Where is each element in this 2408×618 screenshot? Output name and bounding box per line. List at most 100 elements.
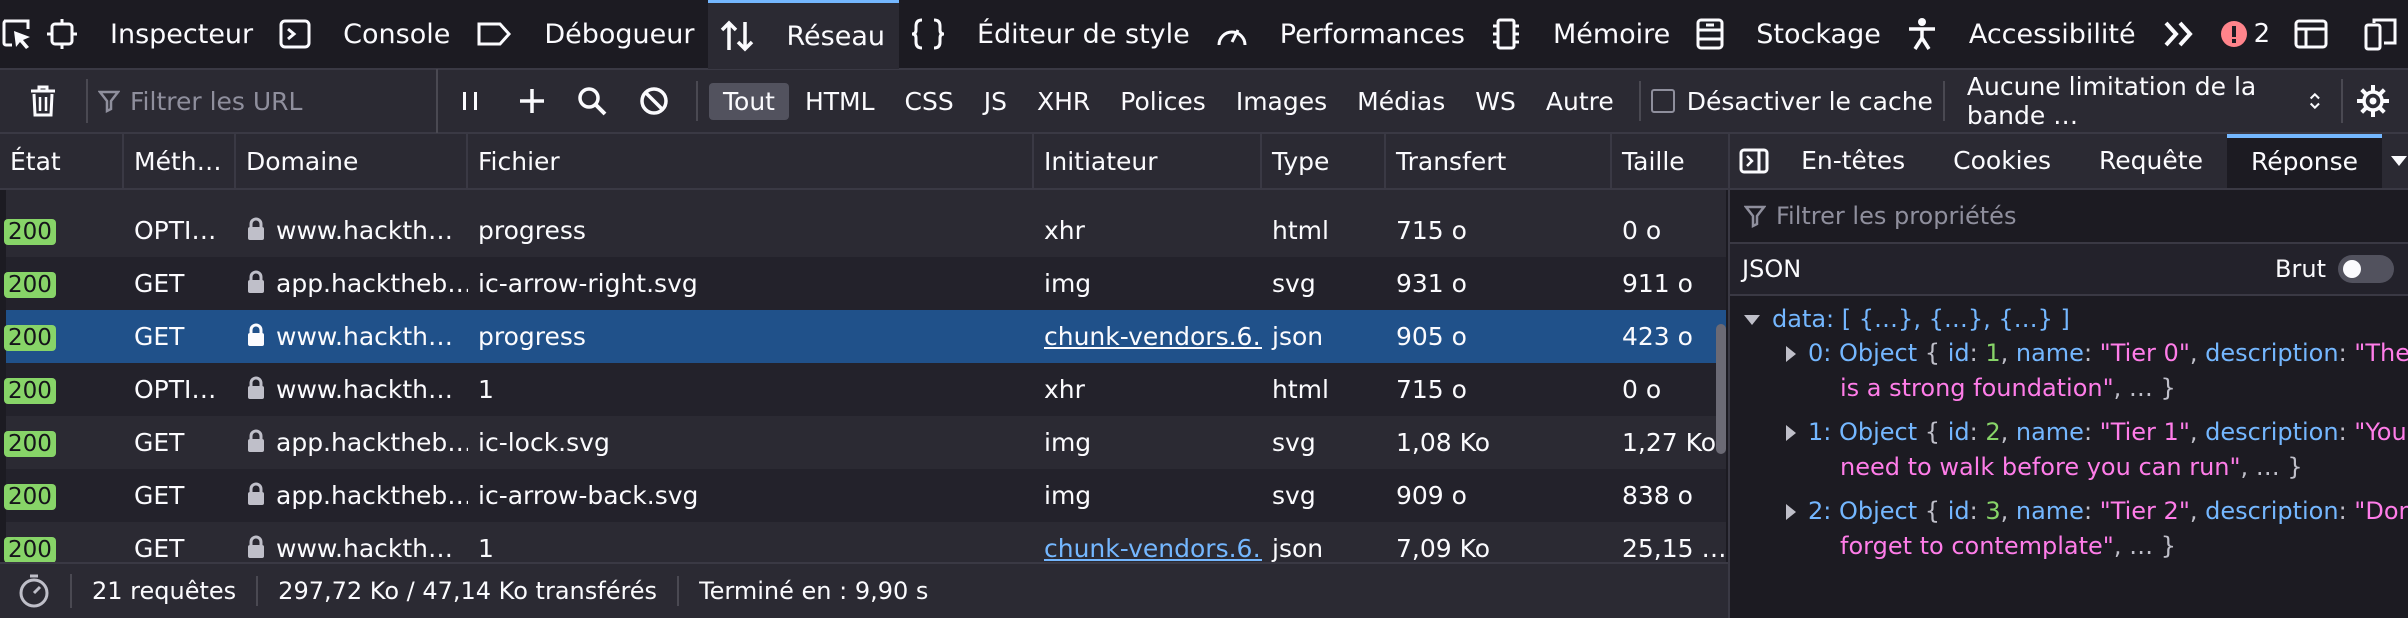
initiator-link[interactable]: chunk-vendors.6…	[1044, 534, 1262, 562]
json-item-node[interactable]: 0: Object { id: 1, name: "Tier 0", descr…	[1786, 336, 2408, 371]
disable-cache-toggle[interactable]: Désactiver le cache	[1650, 87, 1933, 116]
tab-network[interactable]: Réseau	[708, 0, 899, 69]
split-panel-icon	[2294, 19, 2328, 49]
toolbar-separator	[696, 81, 698, 121]
details-tab-entetes[interactable]: En-têtes	[1777, 134, 1929, 188]
json-number: 2	[1985, 418, 2001, 446]
table-row[interactable]: 200 GET app.hackthеb… ic-arrow-back.svg img s…	[4, 469, 1726, 522]
tab-label: Console	[343, 18, 451, 50]
json-type: Object	[1839, 497, 1918, 525]
disable-cache-checkbox[interactable]	[1650, 89, 1675, 113]
filter-autre[interactable]: Autre	[1532, 83, 1628, 120]
tab-debugger[interactable]: Débogueur	[464, 0, 708, 69]
clear-requests-button[interactable]	[0, 79, 88, 123]
json-item-continuation: is a strong foundation", … }	[1840, 371, 2176, 406]
details-tabs-dropdown[interactable]	[2382, 134, 2408, 188]
table-row[interactable]: 200 GET www.hackth… 1 chunk-vendors.6… json 7,…	[4, 522, 1727, 563]
filter-xhr[interactable]: XHR	[1023, 83, 1104, 120]
method-cell: OPTI…	[134, 216, 217, 245]
tab-memory[interactable]: Mémoire	[1479, 0, 1684, 69]
table-row[interactable]: 200 GET app.hackthеb… ic-arrow-right.svg img…	[4, 257, 1726, 310]
domain-cell: www.hackth…	[236, 363, 468, 416]
column-header[interactable]: Taille	[1612, 134, 1728, 188]
property-filter-input[interactable]: Filtrer les propriétés	[1730, 190, 2408, 244]
toggle-panel-button[interactable]	[1730, 134, 1777, 188]
filter-images[interactable]: Images	[1222, 83, 1341, 120]
details-tab-cookies[interactable]: Cookies	[1929, 134, 2075, 188]
column-header[interactable]: Domaine	[236, 134, 468, 188]
performance-analysis-button[interactable]	[0, 574, 72, 608]
throttling-select[interactable]: Aucune limitation de la bande …	[1955, 72, 2335, 130]
tab-label: Réseau	[786, 20, 885, 52]
raw-switch[interactable]	[2338, 255, 2394, 283]
column-header[interactable]: Initiateur	[1034, 134, 1262, 188]
method-cell: GET	[134, 428, 185, 457]
initiator-link[interactable]: chunk-vendors.6…	[1044, 322, 1262, 351]
filter-js[interactable]: JS	[970, 83, 1021, 120]
tab-console[interactable]: Console	[267, 0, 464, 69]
json-ellipsis: , … }	[2240, 453, 2303, 481]
network-icon	[720, 20, 770, 52]
responsive-mode-icon	[2364, 18, 2397, 51]
tab-performance[interactable]: Performances	[1204, 0, 1479, 69]
column-header[interactable]: Transfert	[1386, 134, 1612, 188]
transfer-cell: 715 o	[1396, 216, 1467, 245]
tab-style-editor[interactable]: Éditeur de style	[899, 0, 1204, 69]
column-header[interactable]: État	[0, 134, 124, 188]
request-blocking-button[interactable]	[622, 69, 686, 133]
domain-cell: www.hackth…	[236, 204, 468, 257]
json-item-node[interactable]: 2: Object { id: 3, name: "Tier 2", descr…	[1786, 494, 2408, 529]
json-comma: ,	[2000, 497, 2016, 525]
lock-icon	[246, 524, 266, 563]
error-count-button[interactable]: 2	[2208, 0, 2283, 69]
requests-scrollbar[interactable]	[1716, 294, 1726, 562]
raw-toggle[interactable]: Brut	[2275, 255, 2394, 283]
json-summary: [ {…}, {…}, {…} ]	[1841, 305, 2070, 333]
json-comma: ,	[2189, 497, 2206, 525]
format-label: JSON	[1742, 255, 1802, 283]
pause-recording-button[interactable]	[438, 69, 502, 133]
search-button[interactable]	[562, 69, 622, 133]
responsive-design-button[interactable]	[2340, 0, 2408, 69]
raw-switch-knob	[2343, 260, 2361, 278]
network-settings-button[interactable]	[2340, 79, 2403, 123]
lock-icon	[246, 206, 266, 258]
column-header[interactable]: Méth…	[124, 134, 236, 188]
column-header[interactable]: Fichier	[468, 134, 1034, 188]
method-cell: OPTI…	[134, 375, 217, 404]
tab-inspector[interactable]: Inspecteur	[34, 0, 267, 69]
json-item-node[interactable]: 1: Object { id: 2, name: "Tier 1", descr…	[1786, 415, 2407, 450]
element-picker-button[interactable]	[0, 0, 34, 69]
type-cell: html	[1272, 375, 1329, 404]
lock-icon	[246, 365, 266, 417]
filter-css[interactable]: CSS	[891, 83, 968, 120]
json-colon: :	[2338, 418, 2355, 446]
filter-polices[interactable]: Polices	[1106, 83, 1220, 120]
requests-scrollbar-thumb[interactable]	[1716, 324, 1726, 454]
url-filter-input[interactable]: Filtrer les URL	[88, 69, 438, 133]
details-tab-requete[interactable]: Requête	[2075, 134, 2227, 188]
more-tools-button[interactable]	[2150, 0, 2208, 69]
details-tab-reponse[interactable]: Réponse	[2226, 134, 2382, 188]
table-row[interactable]: 200 OPTI… www.hackth… 1 xhr html 715 o 0 o	[4, 363, 1726, 416]
json-comma: ,	[2189, 339, 2206, 367]
column-header[interactable]: Type	[1262, 134, 1386, 188]
table-row[interactable]: 200 OPTI… www.hackth… progress xhr html 715 o 0…	[4, 204, 1726, 257]
initiator-cell: chunk-vendors.6…	[1034, 310, 1262, 363]
tab-storage[interactable]: Stockage	[1684, 0, 1895, 69]
filter-html[interactable]: HTML	[791, 83, 889, 120]
tab-label: Mémoire	[1552, 18, 1671, 50]
filter-mdias[interactable]: Médias	[1343, 83, 1459, 120]
transfer-cell: 909 o	[1396, 481, 1467, 510]
new-request-button[interactable]	[502, 69, 562, 133]
json-comma: ,	[2000, 418, 2016, 446]
json-root-node[interactable]: data: [ {…}, {…}, {…} ]	[1744, 302, 2070, 337]
table-row-selected[interactable]: 200 GET www.hackth… progress chunk-vendors.6…	[4, 310, 1726, 363]
transfer-cell: 905 o	[1396, 322, 1467, 351]
tab-accessibility[interactable]: Accessibilité	[1895, 0, 2150, 69]
table-row[interactable]: 200 GET app.hackthеb… ic-lock.svg img svg 1,08…	[4, 416, 1726, 469]
storage-icon	[1696, 18, 1740, 50]
split-console-button[interactable]	[2282, 0, 2340, 69]
filter-tout[interactable]: Tout	[709, 82, 789, 120]
filter-ws[interactable]: WS	[1461, 83, 1530, 120]
